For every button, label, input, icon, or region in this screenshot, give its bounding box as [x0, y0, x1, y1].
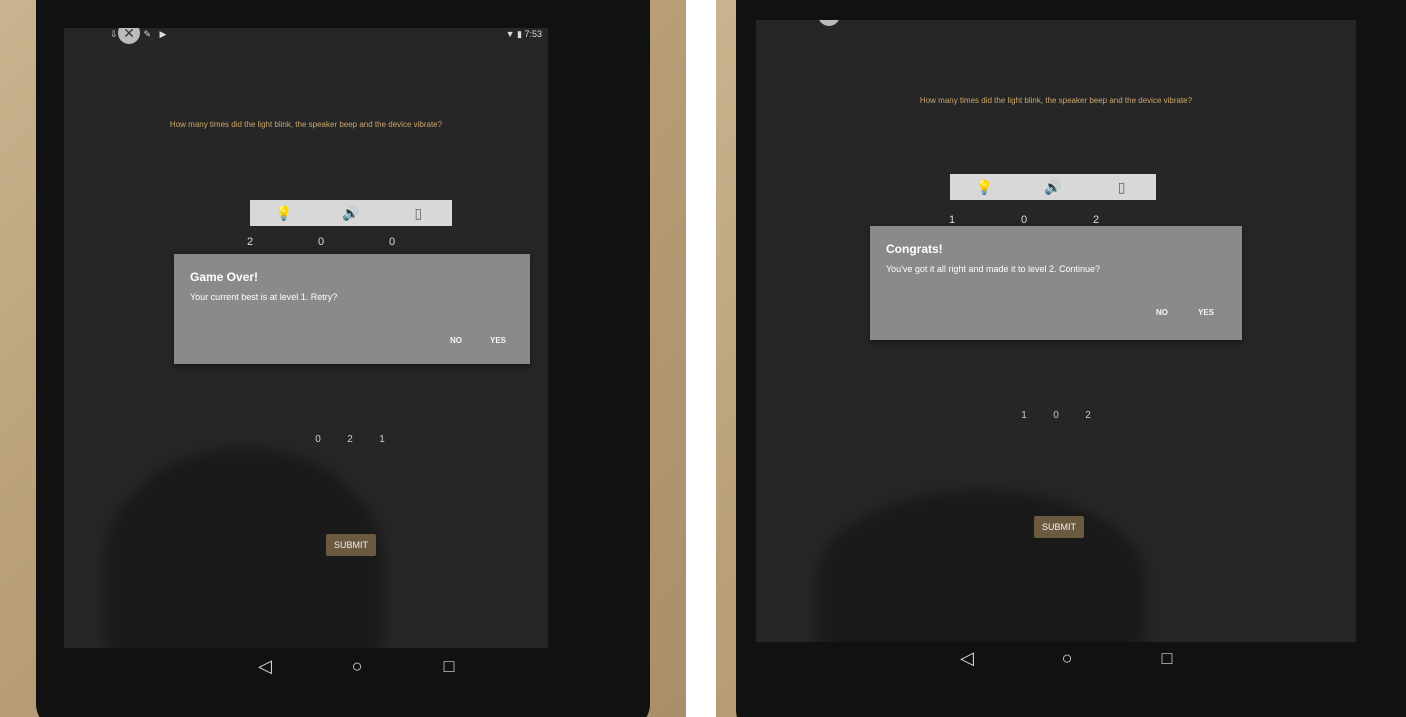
yes-button[interactable]: YES [1198, 308, 1214, 317]
recents-icon[interactable]: □ [434, 656, 464, 677]
submit-button[interactable]: SUBMIT [326, 534, 377, 556]
recents-icon[interactable]: □ [1152, 648, 1182, 669]
right-photo: ✕ How many times did the light blink, th… [716, 0, 1406, 717]
answer-row: 1 0 2 [1014, 410, 1098, 421]
home-icon[interactable]: ○ [1052, 648, 1082, 669]
count-speaker: 0 [1020, 214, 1028, 226]
hand-shadow [816, 490, 1146, 642]
game-over-dialog: Game Over! Your current best is at level… [174, 254, 530, 364]
back-icon[interactable]: ◁ [250, 656, 280, 677]
count-vibrate: 2 [1092, 214, 1100, 226]
vibrate-icon: ▯ [1117, 178, 1126, 195]
light-bulb-icon: 💡 [975, 178, 994, 195]
answer-row: 0 2 1 [308, 434, 392, 445]
nav-bar: ◁ ○ □ [952, 648, 1182, 669]
answer-vibrate[interactable]: 1 [372, 434, 392, 445]
left-photo: ⇩ ▲ ✎ ▶ ▼ ▮ 7:53 ✕ How many times did th… [0, 0, 686, 717]
count-row: 1 0 2 [942, 214, 1106, 226]
count-light: 2 [246, 236, 254, 248]
yes-button[interactable]: YES [490, 336, 506, 345]
sensor-bar: 💡 🔊 ▯ [950, 174, 1156, 200]
answer-speaker[interactable]: 0 [1046, 410, 1066, 421]
tablet-screen: ✕ How many times did the light blink, th… [756, 20, 1356, 642]
answer-light[interactable]: 0 [308, 434, 328, 445]
back-icon[interactable]: ◁ [952, 648, 982, 669]
dialog-title: Game Over! [190, 270, 259, 284]
answer-vibrate[interactable]: 2 [1078, 410, 1098, 421]
count-light: 1 [948, 214, 956, 226]
answer-speaker[interactable]: 2 [340, 434, 360, 445]
answer-light[interactable]: 1 [1014, 410, 1034, 421]
status-time: ▼ ▮ 7:53 [505, 29, 542, 39]
dialog-message: You've got it all right and made it to l… [886, 264, 1101, 274]
no-button[interactable]: NO [1156, 308, 1168, 317]
close-icon[interactable]: ✕ [818, 20, 840, 26]
sensor-bar: 💡 🔊 ▯ [250, 200, 452, 226]
question-text: How many times did the light blink, the … [169, 120, 443, 129]
light-bulb-icon: 💡 [274, 204, 293, 221]
dialog-message: Your current best is at level 1. Retry? [190, 292, 338, 302]
count-vibrate: 0 [388, 236, 396, 248]
submit-button[interactable]: SUBMIT [1034, 516, 1085, 538]
count-speaker: 0 [317, 236, 325, 248]
tablet-screen: ⇩ ▲ ✎ ▶ ▼ ▮ 7:53 ✕ How many times did th… [64, 28, 548, 648]
home-icon[interactable]: ○ [342, 656, 372, 677]
no-button[interactable]: NO [450, 336, 462, 345]
dialog-title: Congrats! [886, 242, 943, 256]
speaker-icon: 🔊 [1044, 178, 1062, 195]
speaker-icon: 🔊 [342, 204, 360, 221]
nav-bar: ◁ ○ □ [250, 656, 464, 677]
congrats-dialog: Congrats! You've got it all right and ma… [870, 226, 1242, 340]
vibrate-icon: ▯ [414, 204, 423, 221]
question-text: How many times did the light blink, the … [919, 96, 1193, 105]
count-row: 2 0 0 [240, 236, 402, 248]
